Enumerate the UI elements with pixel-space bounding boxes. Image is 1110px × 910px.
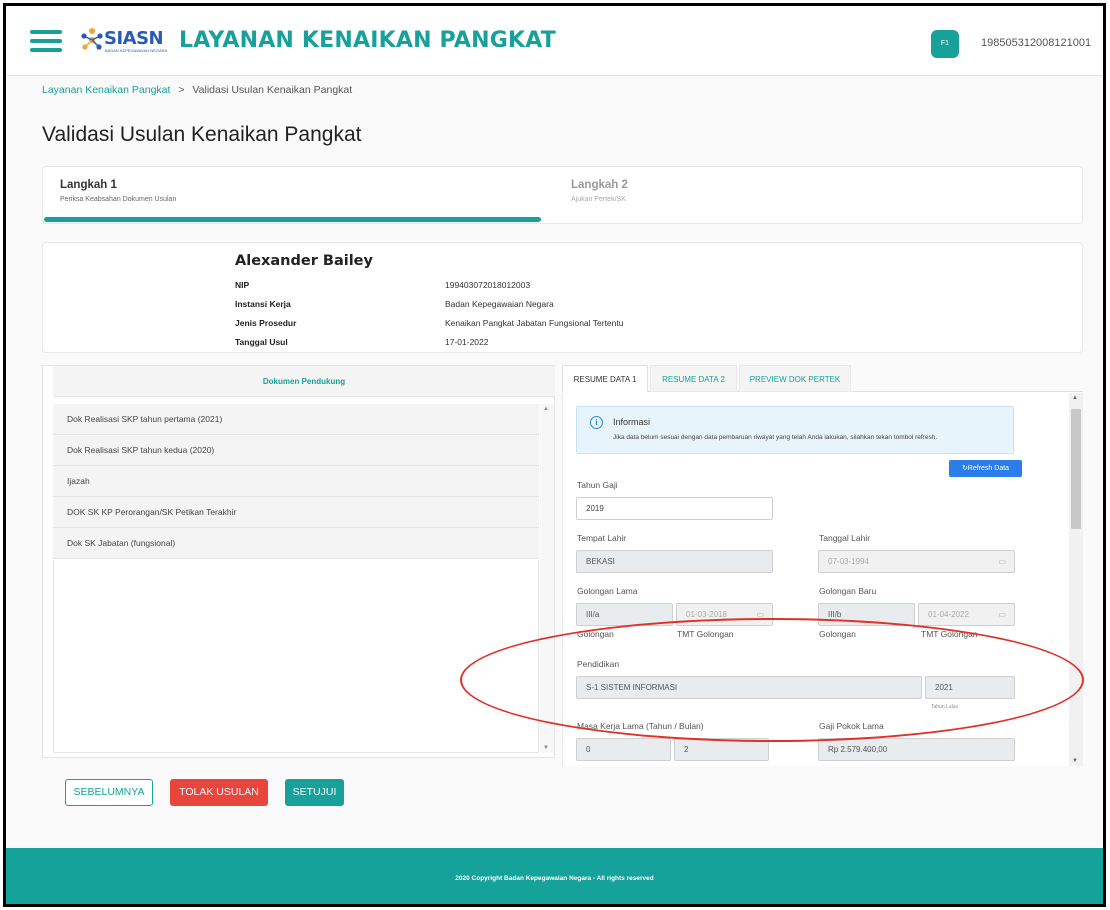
resume-panel: RESUME DATA 1 RESUME DATA 2 PREVIEW DOK … xyxy=(562,365,1083,766)
golongan-lama-hint: Golongan xyxy=(577,629,614,639)
breadcrumb-root-link[interactable]: Layanan Kenaikan Pangkat xyxy=(42,84,170,96)
reject-proposal-button[interactable]: TOLAK USULAN xyxy=(170,779,268,806)
tanggal-lahir-value: 07-03-1994 xyxy=(828,557,869,566)
tmt-golongan-baru-hint: TMT Golongan xyxy=(921,629,978,639)
menu-icon[interactable] xyxy=(30,30,62,52)
breadcrumb-separator: > xyxy=(178,84,185,96)
tahun-gaji-input[interactable]: 2019 xyxy=(576,497,773,520)
info-title: Informasi xyxy=(613,417,651,427)
tmt-golongan-lama-hint: TMT Golongan xyxy=(677,629,734,639)
app-title: LAYANAN KENAIKAN PANGKAT xyxy=(179,28,556,53)
profile-label: Instansi Kerja xyxy=(235,299,291,309)
footer-copyright: 2020 Copyright Badan Kepegawaian Negara … xyxy=(6,848,1103,904)
user-avatar[interactable]: F1 xyxy=(931,30,959,58)
golongan-baru-hint: Golongan xyxy=(819,629,856,639)
scroll-up-icon[interactable]: ▲ xyxy=(543,406,549,412)
tahun-lulus-hint: Tahun Lulus xyxy=(931,704,958,710)
masa-kerja-tahun-field: 0 xyxy=(576,738,671,761)
profile-value: 199403072018012003 xyxy=(445,280,531,290)
golongan-baru-field: III/b xyxy=(818,603,915,626)
document-item[interactable]: Dok Realisasi SKP tahun pertama (2021) xyxy=(53,404,539,435)
tahun-gaji-label: Tahun Gaji xyxy=(577,480,618,490)
logo-text: SIASN xyxy=(104,28,164,49)
profile-value: 17-01-2022 xyxy=(445,337,489,347)
breadcrumb-current: Validasi Usulan Kenaikan Pangkat xyxy=(192,84,353,96)
resume-scrollbar[interactable]: ▲ ▼ xyxy=(1069,393,1083,766)
profile-label: Tanggal Usul xyxy=(235,337,288,347)
tmt-golongan-lama-field: 01-03-2018 ▭ xyxy=(676,603,773,626)
documents-header: Dokumen Pendukung xyxy=(53,366,555,397)
previous-button[interactable]: SEBELUMNYA xyxy=(65,779,153,806)
masa-kerja-lama-label: Masa Kerja Lama (Tahun / Bulan) xyxy=(577,721,704,731)
profile-value: Badan Kepegawaian Negara xyxy=(445,299,554,309)
scroll-up-icon[interactable]: ▲ xyxy=(1072,395,1078,401)
info-alert: i Informasi Jika data belum sesuai denga… xyxy=(576,406,1014,454)
document-item[interactable]: Dok Realisasi SKP tahun kedua (2020) xyxy=(53,435,539,466)
scrollbar-thumb[interactable] xyxy=(1071,409,1081,529)
pendidikan-field: S-1 SISTEM INFORMASI xyxy=(576,676,922,699)
document-item[interactable]: Dok SK Jabatan (fungsional) xyxy=(53,528,539,559)
page-title: Validasi Usulan Kenaikan Pangkat xyxy=(42,123,362,146)
tahun-lulus-field: 2021 xyxy=(925,676,1015,699)
tanggal-lahir-field: 07-03-1994 ▭ xyxy=(818,550,1015,573)
tanggal-lahir-label: Tanggal Lahir xyxy=(819,533,871,543)
calendar-icon: ▭ xyxy=(998,557,1006,566)
documents-scrollbar[interactable]: ▲ ▼ xyxy=(540,404,554,753)
profile-name: Alexander Bailey xyxy=(235,253,373,269)
golongan-baru-label: Golongan Baru xyxy=(819,586,877,596)
tmt-golongan-baru-value: 01-04-2022 xyxy=(928,610,969,619)
siasn-logo: SIASN BADAN KEPEGAWAIAN NEGARA xyxy=(80,26,176,58)
step-2[interactable]: Langkah 2 Ajukan Pertek/SK xyxy=(571,179,628,203)
resume-tabs: RESUME DATA 1 RESUME DATA 2 PREVIEW DOK … xyxy=(562,365,1083,392)
profile-card: Alexander Bailey NIP 199403072018012003 … xyxy=(42,242,1083,353)
tempat-lahir-field: BEKASI xyxy=(576,550,773,573)
golongan-lama-field: III/a xyxy=(576,603,673,626)
step-1[interactable]: Langkah 1 Periksa Keabsahan Dokumen Usul… xyxy=(60,179,176,203)
step-title: Langkah 1 xyxy=(60,179,117,191)
profile-label: Jenis Prosedur xyxy=(235,318,297,328)
tab-resume-data-2[interactable]: RESUME DATA 2 xyxy=(650,365,737,392)
calendar-icon: ▭ xyxy=(998,610,1006,619)
step-progress-bar xyxy=(44,217,541,222)
tmt-golongan-lama-value: 01-03-2018 xyxy=(686,610,727,619)
step-subtitle: Periksa Keabsahan Dokumen Usulan xyxy=(60,196,177,203)
golongan-lama-label: Golongan Lama xyxy=(577,586,638,596)
stepper: Langkah 1 Periksa Keabsahan Dokumen Usul… xyxy=(42,166,1083,224)
scroll-down-icon[interactable]: ▼ xyxy=(1072,758,1078,764)
scroll-down-icon[interactable]: ▼ xyxy=(543,745,549,751)
documents-list-empty-area xyxy=(53,560,539,753)
tmt-golongan-baru-field: 01-04-2022 ▭ xyxy=(918,603,1015,626)
approve-button[interactable]: SETUJUI xyxy=(285,779,344,806)
info-text: Jika data belum sesuai dengan data pemba… xyxy=(613,434,938,441)
logo-subtitle: BADAN KEPEGAWAIAN NEGARA xyxy=(105,48,168,53)
documents-panel: Dokumen Pendukung Dok Realisasi SKP tahu… xyxy=(42,365,555,758)
breadcrumb: Layanan Kenaikan Pangkat > Validasi Usul… xyxy=(42,84,352,96)
gaji-pokok-lama-field: Rp 2.579.400,00 xyxy=(818,738,1015,761)
masa-kerja-bulan-field: 2 xyxy=(674,738,769,761)
profile-label: NIP xyxy=(235,280,250,290)
resume-content: i Informasi Jika data belum sesuai denga… xyxy=(562,393,1069,766)
pendidikan-label: Pendidikan xyxy=(577,659,620,669)
profile-value: Kenaikan Pangkat Jabatan Fungsional Tert… xyxy=(445,318,624,328)
step-title: Langkah 2 xyxy=(571,179,628,191)
step-subtitle: Ajukan Pertek/SK xyxy=(571,196,626,203)
top-header: SIASN BADAN KEPEGAWAIAN NEGARA LAYANAN K… xyxy=(6,6,1103,76)
document-item[interactable]: Ijazah xyxy=(53,466,539,497)
documents-list: Dok Realisasi SKP tahun pertama (2021) D… xyxy=(53,404,539,559)
tab-resume-data-1[interactable]: RESUME DATA 1 xyxy=(562,365,648,392)
gaji-pokok-lama-label: Gaji Pokok Lama xyxy=(819,721,884,731)
document-item[interactable]: DOK SK KP Perorangan/SK Petikan Terakhir xyxy=(53,497,539,528)
logo-mark-icon xyxy=(81,28,103,50)
tab-preview-dok-pertek[interactable]: PREVIEW DOK PERTEK xyxy=(739,365,851,392)
app-window: SIASN BADAN KEPEGAWAIAN NEGARA LAYANAN K… xyxy=(3,3,1106,907)
user-nip[interactable]: 198505312008121001 xyxy=(981,37,1091,49)
info-icon: i xyxy=(590,416,603,429)
refresh-data-button[interactable]: ↻Refresh Data xyxy=(949,460,1022,477)
tempat-lahir-label: Tempat Lahir xyxy=(577,533,627,543)
calendar-icon: ▭ xyxy=(756,610,764,619)
